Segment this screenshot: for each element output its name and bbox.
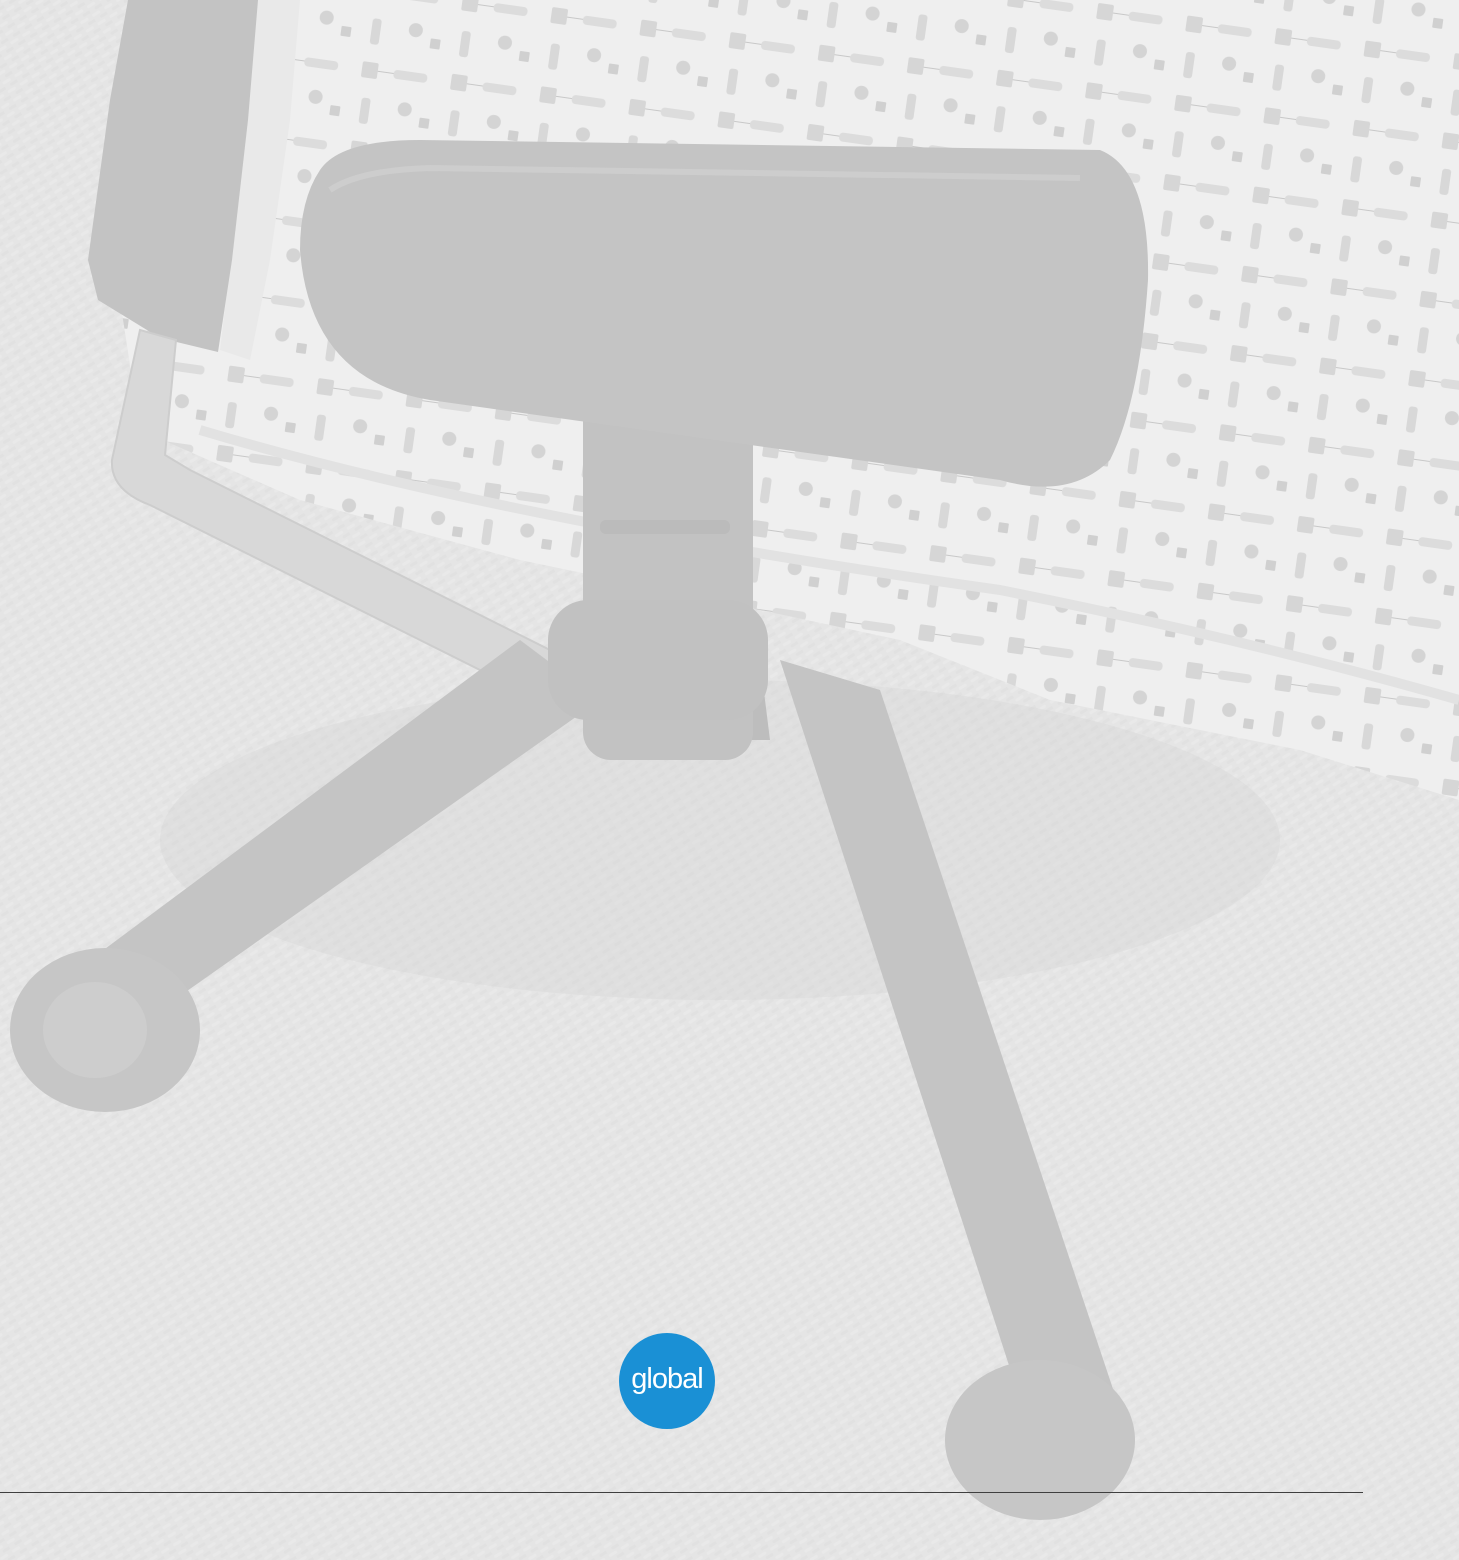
footer-rule bbox=[0, 1492, 1363, 1493]
chair-photo bbox=[0, 0, 1459, 1560]
global-logo: global bbox=[619, 1333, 715, 1429]
caster-right bbox=[945, 1360, 1135, 1520]
global-logo-text: global bbox=[631, 1362, 703, 1395]
